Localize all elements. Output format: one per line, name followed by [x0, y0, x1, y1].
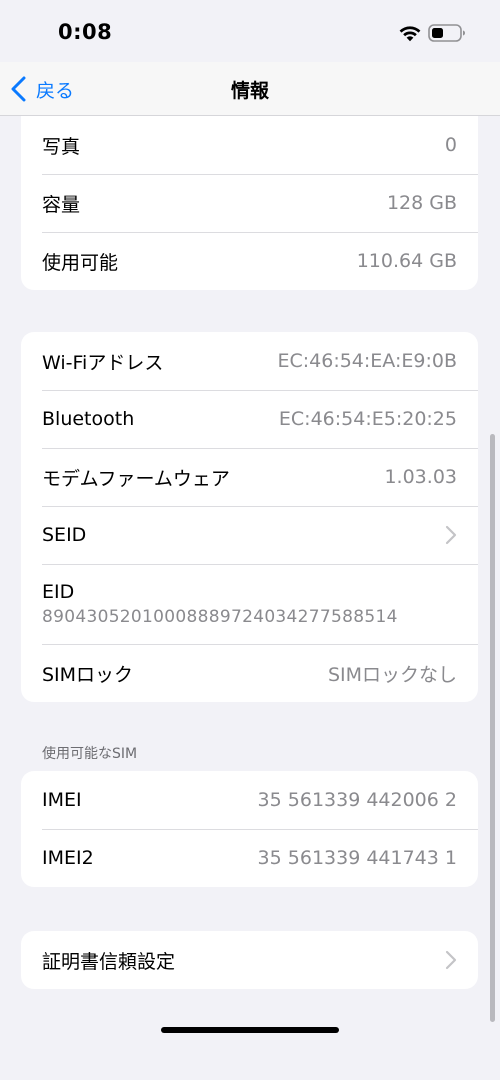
chevron-right-icon	[445, 525, 457, 545]
row-label: IMEI2	[42, 847, 94, 869]
row-value: 1.03.03	[384, 466, 457, 488]
home-indicator[interactable]	[161, 1027, 339, 1033]
list-item-imei: IMEI 35 561339 442006 2	[21, 771, 478, 829]
row-label: 証明書信頼設定	[42, 950, 176, 973]
row-label: EID	[42, 581, 75, 603]
row-label: SIMロック	[42, 663, 134, 686]
row-label: 使用可能	[42, 251, 119, 274]
list-item-eid: EID 89043052010008889724034277588514	[21, 564, 478, 644]
row-value: 0	[444, 134, 457, 156]
row-label: IMEI	[42, 789, 82, 811]
list-item-modem-firmware: モデムファームウェア 1.03.03	[21, 448, 478, 506]
storage-group: 写真 0 容量 128 GB 使用可能 110.64 GB	[21, 116, 478, 290]
row-value: 35 561339 441743 1	[257, 847, 457, 869]
row-label: Bluetooth	[42, 408, 135, 430]
row-value: EC:46:54:EA:E9:0B	[277, 350, 457, 372]
row-value: 35 561339 442006 2	[257, 789, 457, 811]
wifi-icon	[399, 26, 421, 42]
status-bar: 0:08	[0, 0, 500, 62]
about-screen: 0:08 戻る 情報 写真 0 容量 128 GB 使用可能 110.64 GB…	[0, 0, 500, 1080]
list-item-certificate-trust[interactable]: 証明書信頼設定	[21, 931, 478, 989]
chevron-right-icon	[445, 950, 457, 970]
row-label: 容量	[42, 193, 81, 216]
navigation-bar: 戻る 情報	[0, 62, 500, 116]
section-header-available-sim: 使用可能なSIM	[42, 746, 138, 762]
row-label: SEID	[42, 524, 87, 546]
row-value: SIMロックなし	[327, 663, 457, 686]
row-label: モデムファームウェア	[42, 467, 230, 490]
list-item-photos: 写真 0	[21, 116, 478, 174]
row-value: 128 GB	[386, 192, 457, 214]
status-time: 0:08	[58, 20, 113, 44]
row-value: EC:46:54:E5:20:25	[278, 408, 457, 430]
eid-value: 89043052010008889724034277588514	[42, 607, 398, 627]
list-item-imei2: IMEI2 35 561339 441743 1	[21, 829, 478, 887]
scroll-indicator[interactable]	[490, 434, 495, 1022]
row-label: 写真	[42, 135, 81, 158]
sim-group: IMEI 35 561339 442006 2 IMEI2 35 561339 …	[21, 771, 478, 887]
battery-icon	[428, 24, 465, 42]
list-item-available: 使用可能 110.64 GB	[21, 232, 478, 290]
list-item-wifi-address: Wi-Fiアドレス EC:46:54:EA:E9:0B	[21, 332, 478, 390]
list-item-capacity: 容量 128 GB	[21, 174, 478, 232]
row-value: 110.64 GB	[356, 250, 457, 272]
page-title: 情報	[230, 80, 269, 102]
list-item-bluetooth: Bluetooth EC:46:54:E5:20:25	[21, 390, 478, 448]
list-item-seid[interactable]: SEID	[21, 506, 478, 564]
list-item-sim-lock: SIMロック SIMロックなし	[21, 644, 478, 702]
row-label: Wi-Fiアドレス	[42, 351, 164, 374]
certificate-group: 証明書信頼設定	[21, 931, 478, 989]
network-group: Wi-Fiアドレス EC:46:54:EA:E9:0B Bluetooth EC…	[21, 332, 478, 702]
